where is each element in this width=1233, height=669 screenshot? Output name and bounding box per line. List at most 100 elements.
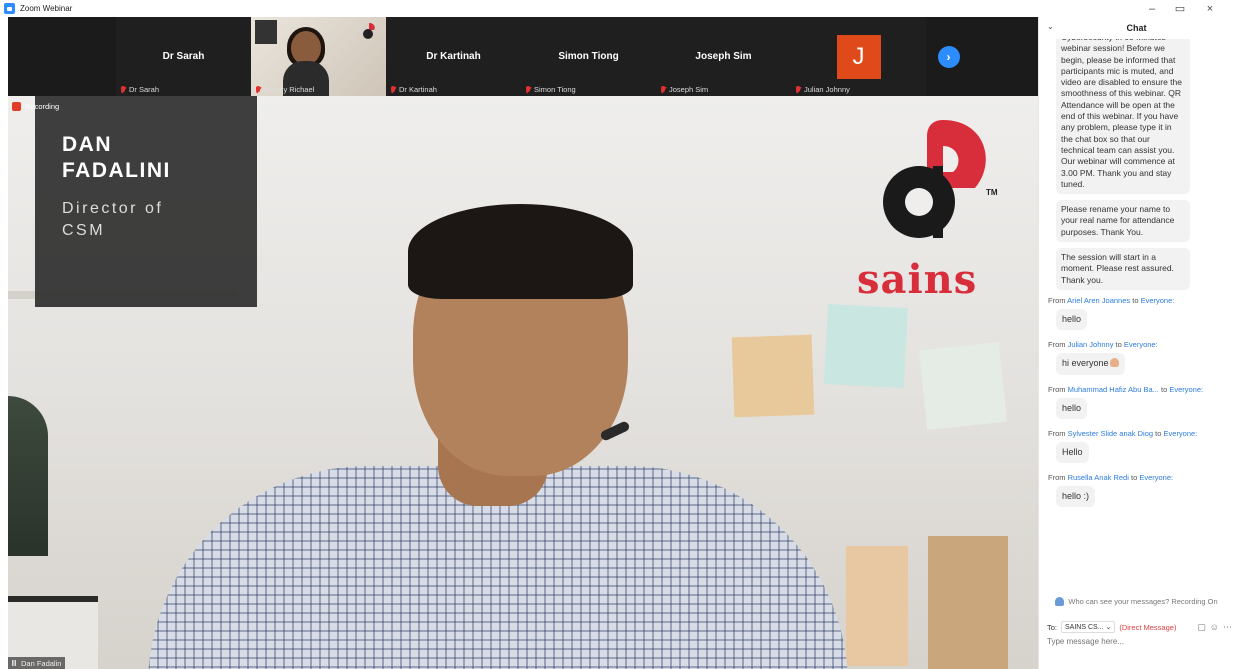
name-card-thumbnail [255,20,277,44]
participant-label-text: Simon Tiong [534,85,576,94]
chat-message-text: hi everyone [1062,358,1109,369]
participant-tile-joseph-sim[interactable]: Joseph Sim Joseph Sim [656,17,791,96]
speaker-title-line2: CSM [62,222,106,239]
strip-spacer [8,17,116,96]
participant-label: Dr Kartinah [390,85,437,94]
active-speaker-video: TM sains DAN FADALINI Director of CSM Re… [8,96,1038,669]
recipient-name[interactable]: Everyone: [1124,340,1158,349]
from-prefix: From [1048,340,1066,350]
emoji-icon[interactable]: ☺ [1210,622,1219,633]
title-bar: Zoom Webinar – ▭ × [0,0,1233,17]
recipient-value: SAINS CS... [1065,624,1104,631]
to-word: to [1155,428,1162,438]
to-word: to [1130,473,1138,483]
sender-name[interactable]: Sylvester Slide anak Diog [1068,429,1153,438]
file-icon[interactable]: ▢ [1197,622,1206,633]
person-icon [1055,597,1065,606]
from-prefix: From [1048,428,1066,438]
participant-label: Julian Johnny [795,85,850,94]
participant-strip: Dr Sarah Dr Sarah Wendy Richael Dr Karti… [8,17,1038,96]
participant-tile-simon-tiong[interactable]: Simon Tiong Simon Tiong [521,17,656,96]
mic-muted-icon [120,85,126,94]
participant-label: Simon Tiong [525,85,576,94]
participant-name: Dr Kartinah [426,51,481,62]
minimize-button[interactable]: – [1138,0,1166,17]
chat-message-sender: From Muhammad Hafiz Abu Ba... to Everyon… [1048,385,1226,394]
chat-message-bubble: Hello [1056,441,1089,464]
to-word: to [1115,340,1122,350]
to-word: to [1160,384,1168,394]
chat-message-sender: From Julian Johnny to Everyone: [1048,340,1226,349]
chat-title: Chat [1126,23,1147,33]
sender-name[interactable]: Muhammad Hafiz Abu Ba... [1068,385,1159,394]
more-icon[interactable]: ⋯ [1223,622,1232,633]
participant-label-text: Julian Johnny [804,85,850,94]
participant-label-text: Wendy Richael [264,85,315,94]
mic-muted-icon [525,85,531,94]
to-word: to [1132,295,1139,305]
chevron-right-icon[interactable]: › [937,45,960,68]
speaker-hair [408,204,633,299]
sender-name[interactable]: Julian Johnny [1068,340,1114,349]
chat-message-bubble: hi everyone [1056,353,1125,375]
chat-header: ⌄ Chat [1039,17,1233,39]
chat-message-bubble: hello [1056,397,1088,419]
from-prefix: From [1048,384,1066,394]
recording-icon [12,102,21,111]
chat-message-sender: From Rusella Anak Redi to Everyone: [1048,473,1226,482]
recording-label: Recording [25,102,60,111]
chat-panel: ⌄ Chat Cybersecurity in 60 Minutes webin… [1038,17,1233,669]
close-button[interactable]: × [1196,0,1224,17]
sender-name[interactable]: Rusella Anak Redi [1068,473,1129,482]
from-prefix: From [1048,295,1066,305]
speaker-name-card: DAN FADALINI Director of CSM [35,96,257,307]
participant-tile-wendy-richael[interactable]: Wendy Richael [251,17,386,96]
participant-label-text: Joseph Sim [669,85,709,94]
pencil-holder [846,546,908,666]
participant-label-text: Dr Kartinah [399,85,437,94]
desk-organizer [928,536,1008,669]
participant-video-face [291,31,321,65]
participant-name: Joseph Sim [695,51,752,62]
wave-emoji-icon [1109,358,1119,368]
sticky-note [823,303,909,389]
participant-tile-julian-johnny[interactable]: J Julian Johnny [791,17,926,96]
chat-message-input[interactable] [1047,637,1227,646]
chat-message-bubble: Please rename your name to your real nam… [1056,200,1190,243]
zoom-app-icon [4,3,15,14]
mic-muted-icon [795,85,801,94]
participant-label: Joseph Sim [660,85,708,94]
sticky-note [731,334,815,418]
mic-muted-icon [255,85,261,94]
sains-logo-mini-icon [363,23,375,39]
recipient-name[interactable]: Everyone: [1139,473,1173,482]
chevron-down-icon[interactable]: ⌄ [1047,22,1054,31]
chat-message-sender: From Ariel Aren Joannes to Everyone: [1048,296,1226,305]
participant-name: Simon Tiong [558,51,619,62]
direct-message-label: (Direct Message) [1119,622,1177,632]
from-prefix: From [1048,473,1066,483]
mic-muted-icon [660,85,666,94]
who-can-see-messages-link[interactable]: Who can see your messages? Recording On [1039,597,1233,606]
participant-name: Dr Sarah [162,51,205,62]
chat-message-list[interactable]: Cybersecurity in 60 Minutes webinar sess… [1039,39,1233,594]
participant-tile-dr-sarah[interactable]: Dr Sarah Dr Sarah [116,17,251,96]
recipient-name[interactable]: Everyone: [1169,385,1203,394]
chat-message-bubble: The session will start in a moment. Plea… [1056,248,1190,290]
mic-muted-icon [390,85,396,94]
avatar: J [836,34,881,79]
participant-label: Dr Sarah [120,85,159,94]
signal-strength-icon [12,660,18,666]
maximize-button[interactable]: ▭ [1166,0,1194,17]
recipient-name[interactable]: Everyone: [1141,296,1175,305]
recipient-name[interactable]: Everyone: [1164,429,1198,438]
participant-label-text: Dr Sarah [129,85,160,94]
background-plant [8,396,48,556]
recipient-select[interactable]: SAINS CS... ⌄ [1061,621,1116,633]
chat-message-sender: From Sylvester Slide anak Diog to Everyo… [1048,429,1226,438]
trademark-label: TM [986,188,998,197]
participant-tile-dr-kartinah[interactable]: Dr Kartinah Dr Kartinah [386,17,521,96]
sender-name[interactable]: Ariel Aren Joannes [1067,296,1130,305]
chat-message-bubble: hello [1056,308,1088,331]
recording-indicator[interactable]: Recording [12,102,59,111]
